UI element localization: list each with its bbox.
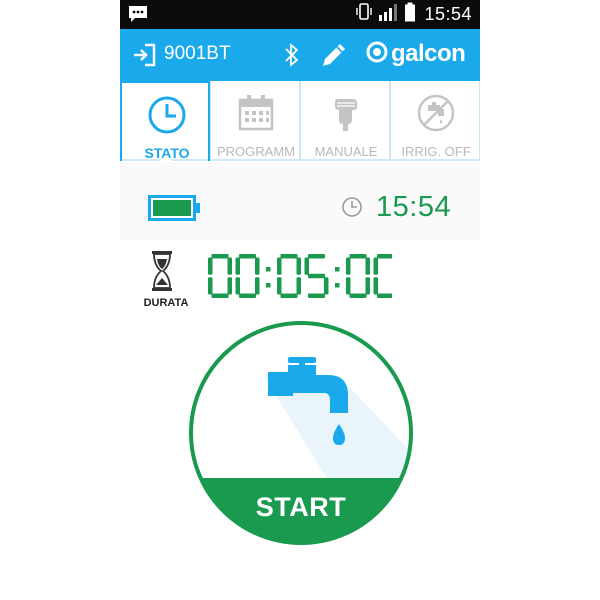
digit-segment (280, 293, 298, 298)
notification-icon (128, 5, 148, 28)
clock-icon (147, 95, 187, 135)
brand-name: galcon (391, 40, 466, 67)
vibrate-icon (354, 2, 374, 27)
no-watering-icon (416, 93, 456, 133)
digit-segment (307, 293, 326, 298)
digit-segment (211, 293, 229, 298)
digit-segment (208, 277, 213, 295)
duration-separator (266, 267, 271, 288)
digit-segment (304, 257, 309, 275)
digit-segment (255, 257, 260, 275)
digit-segment (376, 254, 392, 259)
tab-manuale[interactable]: MANUALE (300, 81, 390, 161)
digit-segment (373, 257, 378, 275)
exit-icon[interactable] (132, 43, 158, 72)
tab-label: PROGRAMM (217, 144, 295, 159)
edit-icon[interactable] (320, 41, 348, 74)
duration-digit (304, 254, 329, 298)
device-time: 15:54 (376, 191, 452, 223)
status-row: 15:54 (120, 163, 480, 240)
tab-stato[interactable]: STATO (120, 81, 210, 161)
digit-segment (376, 293, 392, 298)
tab-label: IRRIG. OFF (401, 144, 471, 159)
digit-segment (208, 257, 213, 275)
start-button[interactable]: START (188, 320, 414, 546)
clock-icon (341, 196, 363, 223)
start-label: START (255, 492, 347, 522)
device-battery-icon (148, 195, 202, 226)
digit-segment (238, 293, 257, 298)
digit-segment (307, 273, 326, 279)
digit-segment (365, 277, 370, 295)
digit-segment (324, 277, 329, 295)
digit-segment (296, 277, 301, 295)
digit-segment (227, 277, 232, 295)
digit-segment (307, 254, 326, 259)
digit-segment (238, 254, 257, 259)
duration-digit (373, 254, 392, 298)
digit-segment (277, 257, 282, 275)
duration-label: DURATA (143, 297, 189, 309)
hand-icon (326, 93, 366, 133)
digit-segment (255, 277, 260, 295)
duration-digit (208, 254, 232, 298)
duration-display[interactable] (206, 252, 392, 300)
digit-segment (277, 277, 282, 295)
duration-separator (335, 267, 340, 288)
battery-icon (404, 2, 416, 27)
digit-segment (346, 257, 351, 275)
digit-segment (296, 257, 301, 275)
tab-irrig-off[interactable]: IRRIG. OFF (390, 81, 480, 161)
galcon-mark-icon (366, 41, 388, 68)
tab-label: MANUALE (314, 144, 378, 159)
status-bar: 15:54 (120, 0, 480, 29)
digit-segment (349, 293, 367, 298)
bluetooth-icon (283, 42, 301, 73)
hourglass-icon (150, 250, 174, 297)
device-name: 9001BT (164, 43, 231, 64)
calendar-icon (236, 93, 276, 133)
digit-segment (235, 257, 240, 275)
digit-segment (373, 277, 378, 295)
digit-segment (349, 254, 367, 259)
digit-segment (211, 254, 229, 259)
digit-segment (235, 277, 240, 295)
duration-digit (235, 254, 260, 298)
digit-segment (227, 257, 232, 275)
app-screen: 15:54 9001BT galcon STATO PROGRAMM MANUA… (120, 0, 480, 600)
digit-segment (280, 254, 298, 259)
app-header: 9001BT galcon (120, 29, 480, 81)
signal-icon (378, 2, 400, 27)
galcon-logo: galcon (366, 40, 466, 68)
status-bar-time: 15:54 (424, 3, 472, 24)
digit-segment (365, 257, 370, 275)
tab-programm[interactable]: PROGRAMM (210, 81, 300, 161)
duration-digit (277, 254, 301, 298)
digit-segment (346, 277, 351, 295)
duration-digit (346, 254, 370, 298)
tab-bar: STATO PROGRAMM MANUALE IRRIG. OFF (120, 81, 480, 161)
